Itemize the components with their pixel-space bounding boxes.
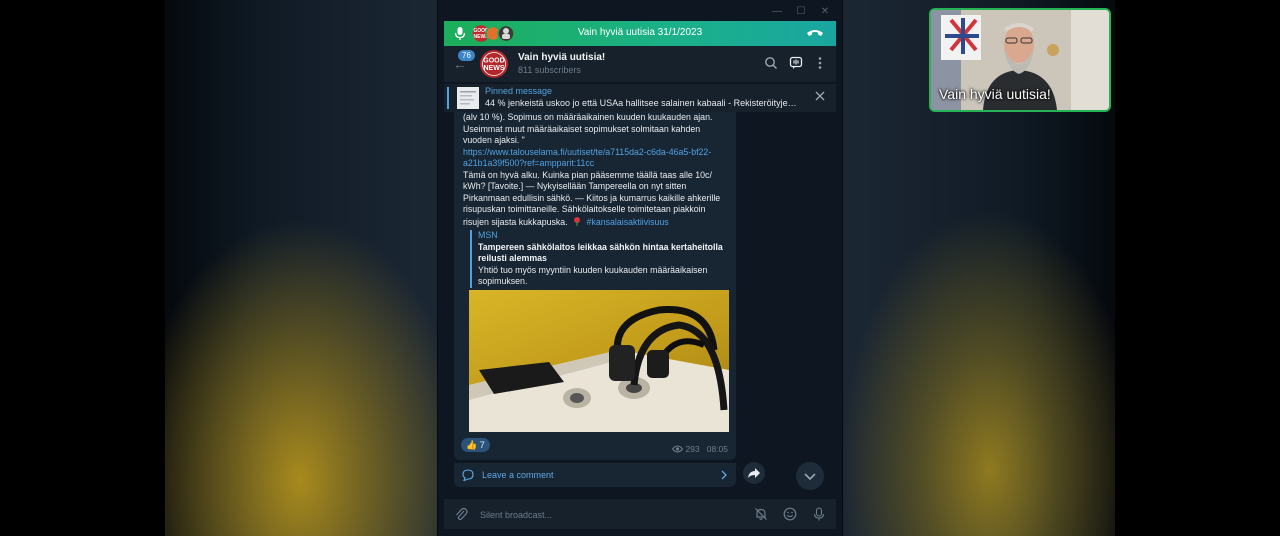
pinned-thumbnail (457, 87, 479, 109)
voice-chat-icon[interactable] (789, 56, 803, 70)
pinned-text: 44 % jenkeistä uskoo jo että USAa hallit… (485, 98, 797, 108)
message-input[interactable] (478, 506, 732, 524)
chevron-right-icon (721, 470, 727, 480)
message-text-line: risujen sijasta kukkapuska. #kansalaisak… (463, 216, 733, 229)
comment-label: Leave a comment (482, 470, 554, 480)
window-titlebar: — ☐ ✕ (444, 4, 836, 20)
preview-image[interactable] (469, 290, 729, 432)
letterbox-right (1115, 0, 1280, 536)
bell-off-icon[interactable] (754, 507, 768, 521)
article-link[interactable]: https://www.talouselama.fi/uutiset/te/a7… (463, 147, 733, 159)
message-time: 08:05 (706, 444, 728, 454)
call-title: Vain hyviä uutisia 31/1/2023 (577, 27, 703, 38)
message-meta: 293 08:05 (671, 444, 728, 454)
preview-source: MSN (478, 230, 498, 240)
close-window-button[interactable]: ✕ (818, 6, 832, 18)
message-text-line: vuoden ajaksi. " (463, 135, 525, 145)
bouquet-icon (574, 216, 581, 226)
channel-avatar[interactable]: GOOD NEWS (480, 50, 508, 78)
paperclip-icon[interactable] (454, 507, 468, 521)
pinned-title: Pinned message (485, 86, 553, 96)
message-text-line: (alv 10 %). Sopimus on määräaikainen kuu… (463, 112, 713, 122)
message-bubble: (alv 10 %). Sopimus on määräaikainen kuu… (454, 112, 736, 460)
letterbox-left (0, 0, 165, 536)
message-text-line: risupuskan toimittaneille. Sähkölaitokse… (463, 204, 706, 214)
pinned-message-bar[interactable]: Pinned message 44 % jenkeistä uskoo jo e… (444, 83, 836, 112)
chat-header: ← 76 GOOD NEWS Vain hyviä uutisia! 811 s… (444, 46, 836, 82)
eye-icon (671, 445, 684, 453)
message-text-line-end: risujen sijasta kukkapuska. (463, 216, 568, 227)
microphone-icon[interactable] (812, 507, 826, 521)
message-feed[interactable]: (alv 10 %). Sopimus on määräaikainen kuu… (444, 112, 836, 498)
svg-text:GOOD: GOOD (483, 58, 504, 65)
comment-icon (462, 469, 474, 481)
hashtag-link[interactable]: #kansalaisaktiivisuus (587, 217, 669, 227)
message-text-line: Pirkanmaan edullisin sähkö. — Kiitos ja … (463, 192, 721, 203)
power-strip-image (469, 306, 729, 432)
participant-name: Vain hyviä uutisia! (939, 86, 1051, 102)
voice-chat-bar[interactable]: GOOD NEWS Vain hyviä uutisia 31/1/2023 (444, 21, 836, 46)
message-text-line: kWh? [Tavoite.] — Nykyisellään Tampereel… (463, 181, 687, 191)
reaction-badge[interactable]: 👍 7 (461, 438, 490, 452)
search-icon[interactable] (764, 56, 778, 70)
preview-description: Yhtiö tuo myös myyntiin kuuden kuukauden… (478, 264, 708, 275)
scroll-to-bottom-button[interactable] (796, 462, 824, 490)
good-news-logo: GOOD NEWS (480, 50, 508, 78)
chevron-down-icon (804, 473, 816, 481)
maximize-button[interactable]: ☐ (794, 6, 808, 18)
compose-bar (444, 499, 836, 529)
preview-title: Tampereen sähkölaitos leikkaa sähkön hin… (478, 241, 723, 252)
link-preview[interactable]: MSN Tampereen sähkölaitos leikkaa sähkön… (470, 230, 740, 288)
leave-comment-button[interactable]: Leave a comment (454, 462, 736, 487)
unread-badge: 76 (458, 50, 475, 61)
share-arrow-icon (748, 468, 760, 478)
close-icon[interactable] (814, 90, 826, 102)
view-count: 293 (685, 444, 700, 454)
hangup-icon[interactable] (806, 27, 824, 39)
thumbs-up-icon: 👍 (466, 440, 478, 450)
svg-text:NEWS: NEWS (484, 65, 505, 72)
preview-description: sopimuksen. (478, 276, 528, 286)
preview-title: reilusti alemmas (478, 253, 547, 263)
channel-name[interactable]: Vain hyviä uutisia! (518, 52, 605, 63)
telegram-window: — ☐ ✕ GOOD NEWS Vain hyviä uutisia 31/1/… (438, 0, 842, 536)
minimize-button[interactable]: — (770, 6, 784, 18)
pinned-indicator (447, 87, 449, 109)
reaction-count: 7 (479, 440, 485, 450)
more-vertical-icon[interactable] (813, 56, 827, 70)
message-text-line: Tämä on hyvä alku. Kuinka pian pääsemme … (463, 169, 712, 180)
emoji-icon[interactable] (783, 507, 797, 521)
message-text-line: Useimmat muut määräaikaiset sopimukset s… (463, 123, 701, 134)
subscriber-count: 811 subscribers (518, 65, 581, 75)
share-button[interactable] (743, 462, 765, 484)
participant-video[interactable]: Vain hyviä uutisia! (929, 8, 1111, 112)
article-link[interactable]: a21b1a39f500?ref=ampparit:11cc (463, 158, 733, 170)
